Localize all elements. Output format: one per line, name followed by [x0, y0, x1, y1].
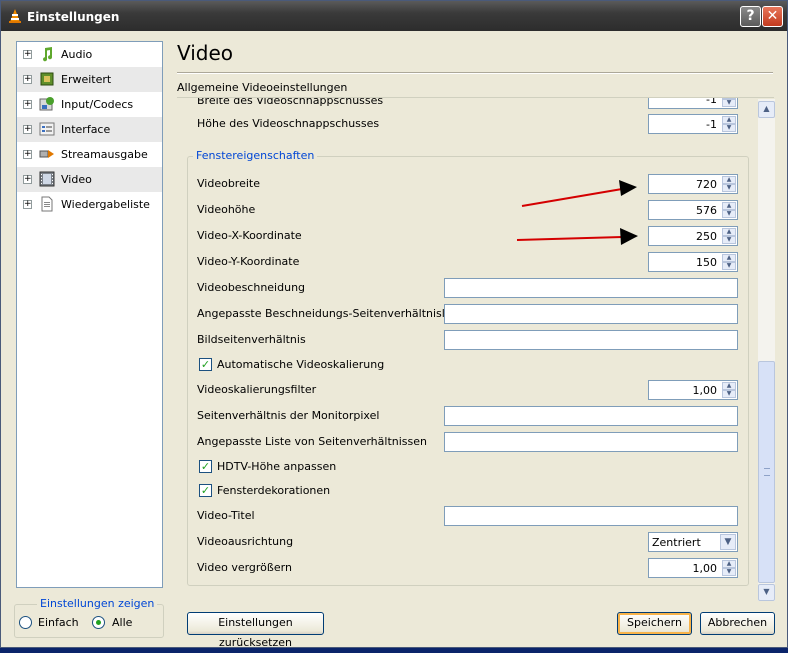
- scroll-down-button[interactable]: ▼: [758, 584, 775, 601]
- close-button[interactable]: ✕: [762, 6, 783, 27]
- settings-window: Einstellungen ? ✕ + Audio + Erweitert + …: [0, 0, 788, 649]
- music-note-icon: [43, 47, 53, 62]
- scroll-up-button[interactable]: ▲: [758, 101, 775, 118]
- settings-scroll-area[interactable]: Breite des Videoschnappschusses -1 ▲▼ Hö…: [177, 97, 774, 601]
- annotation-arrow-line: [516, 236, 623, 241]
- expand-icon[interactable]: +: [23, 175, 32, 184]
- all-radio[interactable]: [92, 616, 105, 629]
- expand-icon[interactable]: +: [23, 125, 32, 134]
- film-icon: [39, 171, 55, 187]
- page-title: Video: [177, 41, 234, 65]
- tree-item-interface[interactable]: + Interface: [17, 117, 162, 142]
- annotation-arrow-head-icon: [620, 228, 638, 245]
- tree-item-video[interactable]: + Video: [17, 167, 162, 192]
- dialog-body: + Audio + Erweitert + Input/Codecs + Int…: [4, 31, 784, 649]
- vlc-cone-icon: [9, 9, 21, 23]
- tree-label: Erweitert: [61, 73, 112, 86]
- playlist-icon: [41, 196, 53, 212]
- expand-icon[interactable]: +: [23, 50, 32, 59]
- annotation-arrow-line: [521, 188, 623, 207]
- expand-icon[interactable]: +: [23, 200, 32, 209]
- window-title: Einstellungen: [27, 10, 120, 24]
- tree-item-audio[interactable]: + Audio: [17, 42, 162, 67]
- page-subtitle: Allgemeine Videoeinstellungen: [177, 81, 348, 94]
- tree-item-streamausgabe[interactable]: + Streamausgabe: [17, 142, 162, 167]
- tree-label: Input/Codecs: [61, 98, 134, 111]
- expand-icon[interactable]: +: [23, 100, 32, 109]
- tree-label: Video: [61, 173, 92, 186]
- simple-radio[interactable]: [19, 616, 32, 629]
- codec-icon: [39, 97, 54, 111]
- vertical-scrollbar[interactable]: ▲ ▼: [758, 99, 775, 601]
- tree-item-wiedergabeliste[interactable]: + Wiedergabeliste: [17, 192, 162, 217]
- annotation-arrow-head-icon: [619, 180, 637, 196]
- interface-icon: [39, 122, 55, 136]
- save-button[interactable]: Speichern: [617, 612, 692, 635]
- reset-settings-button[interactable]: Einstellungen zurücksetzen: [187, 612, 324, 649]
- expand-icon[interactable]: +: [23, 150, 32, 159]
- stream-icon: [39, 150, 54, 158]
- title-bar[interactable]: Einstellungen ? ✕: [1, 1, 787, 31]
- tree-label: Streamausgabe: [61, 148, 148, 161]
- tree-label: Wiedergabeliste: [61, 198, 150, 211]
- cancel-button[interactable]: Abbrechen: [700, 612, 775, 635]
- simple-radio-label: Einfach: [38, 616, 79, 629]
- scroll-thumb[interactable]: [758, 361, 775, 583]
- category-tree: + Audio + Erweitert + Input/Codecs + Int…: [16, 41, 163, 588]
- title-divider: [177, 72, 773, 74]
- annotation-arrows: [516, 180, 638, 245]
- help-button[interactable]: ?: [740, 6, 761, 27]
- all-radio-label: Alle: [112, 616, 133, 629]
- tree-item-input-codecs[interactable]: + Input/Codecs: [17, 92, 162, 117]
- tree-label: Interface: [61, 123, 111, 136]
- show-settings-title: Einstellungen zeigen: [37, 597, 158, 610]
- chip-icon: [40, 72, 54, 86]
- expand-icon[interactable]: +: [23, 75, 32, 84]
- tree-item-erweitert[interactable]: + Erweitert: [17, 67, 162, 92]
- tree-label: Audio: [61, 48, 93, 61]
